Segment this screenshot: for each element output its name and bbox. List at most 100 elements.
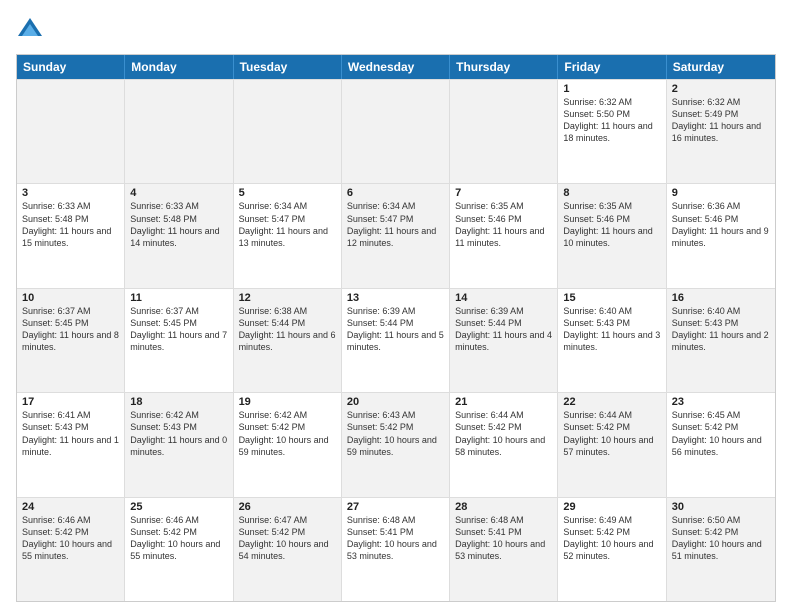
- day-cell-8: 8Sunrise: 6:35 AM Sunset: 5:46 PM Daylig…: [558, 184, 666, 287]
- header-day-saturday: Saturday: [667, 55, 775, 79]
- day-info: Sunrise: 6:43 AM Sunset: 5:42 PM Dayligh…: [347, 409, 444, 458]
- calendar-row-2: 10Sunrise: 6:37 AM Sunset: 5:45 PM Dayli…: [17, 288, 775, 392]
- day-info: Sunrise: 6:34 AM Sunset: 5:47 PM Dayligh…: [239, 200, 336, 249]
- header-day-sunday: Sunday: [17, 55, 125, 79]
- day-cell-21: 21Sunrise: 6:44 AM Sunset: 5:42 PM Dayli…: [450, 393, 558, 496]
- calendar-body: 1Sunrise: 6:32 AM Sunset: 5:50 PM Daylig…: [17, 79, 775, 601]
- day-number: 16: [672, 292, 770, 304]
- day-info: Sunrise: 6:40 AM Sunset: 5:43 PM Dayligh…: [672, 305, 770, 354]
- calendar-header: SundayMondayTuesdayWednesdayThursdayFrid…: [17, 55, 775, 79]
- day-number: 29: [563, 501, 660, 513]
- calendar: SundayMondayTuesdayWednesdayThursdayFrid…: [16, 54, 776, 602]
- day-number: 12: [239, 292, 336, 304]
- day-number: 18: [130, 396, 227, 408]
- logo: [16, 16, 48, 44]
- header-day-tuesday: Tuesday: [234, 55, 342, 79]
- day-info: Sunrise: 6:32 AM Sunset: 5:49 PM Dayligh…: [672, 96, 770, 145]
- day-info: Sunrise: 6:38 AM Sunset: 5:44 PM Dayligh…: [239, 305, 336, 354]
- day-info: Sunrise: 6:50 AM Sunset: 5:42 PM Dayligh…: [672, 514, 770, 563]
- day-cell-15: 15Sunrise: 6:40 AM Sunset: 5:43 PM Dayli…: [558, 289, 666, 392]
- day-info: Sunrise: 6:48 AM Sunset: 5:41 PM Dayligh…: [455, 514, 552, 563]
- day-number: 28: [455, 501, 552, 513]
- day-info: Sunrise: 6:39 AM Sunset: 5:44 PM Dayligh…: [455, 305, 552, 354]
- day-number: 30: [672, 501, 770, 513]
- empty-cell-0-2: [234, 80, 342, 183]
- day-info: Sunrise: 6:33 AM Sunset: 5:48 PM Dayligh…: [22, 200, 119, 249]
- day-info: Sunrise: 6:32 AM Sunset: 5:50 PM Dayligh…: [563, 96, 660, 145]
- day-number: 5: [239, 187, 336, 199]
- day-info: Sunrise: 6:48 AM Sunset: 5:41 PM Dayligh…: [347, 514, 444, 563]
- day-number: 21: [455, 396, 552, 408]
- day-info: Sunrise: 6:47 AM Sunset: 5:42 PM Dayligh…: [239, 514, 336, 563]
- day-number: 23: [672, 396, 770, 408]
- day-number: 26: [239, 501, 336, 513]
- day-number: 27: [347, 501, 444, 513]
- day-number: 11: [130, 292, 227, 304]
- day-info: Sunrise: 6:44 AM Sunset: 5:42 PM Dayligh…: [563, 409, 660, 458]
- calendar-row-4: 24 Sunrise: 6:46 AM Sunset: 5:42 PM Dayli…: [17, 497, 775, 601]
- day-number: 13: [347, 292, 444, 304]
- calendar-row-1: 3Sunrise: 6:33 AM Sunset: 5:48 PM Daylig…: [17, 183, 775, 287]
- day-cell-2: 2Sunrise: 6:32 AM Sunset: 5:49 PM Daylig…: [667, 80, 775, 183]
- day-info: Sunrise: 6:42 AM Sunset: 5:43 PM Dayligh…: [130, 409, 227, 458]
- day-number: 25: [130, 501, 227, 513]
- day-cell-30: 30Sunrise: 6:50 AM Sunset: 5:42 PM Dayli…: [667, 498, 775, 601]
- day-info: Sunrise: 6:37 AM Sunset: 5:45 PM Dayligh…: [22, 305, 119, 354]
- day-number: 14: [455, 292, 552, 304]
- day-info: Sunrise: 6:35 AM Sunset: 5:46 PM Dayligh…: [563, 200, 660, 249]
- day-info: Sunrise: 6:35 AM Sunset: 5:46 PM Dayligh…: [455, 200, 552, 249]
- header-day-friday: Friday: [558, 55, 666, 79]
- day-cell-11: 11Sunrise: 6:37 AM Sunset: 5:45 PM Dayli…: [125, 289, 233, 392]
- header-day-thursday: Thursday: [450, 55, 558, 79]
- day-number: 19: [239, 396, 336, 408]
- day-info: Sunrise: 6:45 AM Sunset: 5:42 PM Dayligh…: [672, 409, 770, 458]
- empty-cell-0-1: [125, 80, 233, 183]
- day-cell-22: 22Sunrise: 6:44 AM Sunset: 5:42 PM Dayli…: [558, 393, 666, 496]
- day-info: Sunrise: 6:36 AM Sunset: 5:46 PM Dayligh…: [672, 200, 770, 249]
- day-info: Sunrise: 6:46 AM Sunset: 5:42 PM Dayligh…: [130, 514, 227, 563]
- day-cell-7: 7Sunrise: 6:35 AM Sunset: 5:46 PM Daylig…: [450, 184, 558, 287]
- day-number: 3: [22, 187, 119, 199]
- day-cell-26: 26Sunrise: 6:47 AM Sunset: 5:42 PM Dayli…: [234, 498, 342, 601]
- day-info: Sunrise: 6:49 AM Sunset: 5:42 PM Dayligh…: [563, 514, 660, 563]
- day-number: 1: [563, 83, 660, 95]
- empty-cell-0-4: [450, 80, 558, 183]
- day-info: Sunrise: 6:41 AM Sunset: 5:43 PM Dayligh…: [22, 409, 119, 458]
- day-number: 17: [22, 396, 119, 408]
- day-cell-27: 27Sunrise: 6:48 AM Sunset: 5:41 PM Dayli…: [342, 498, 450, 601]
- day-info: Sunrise: 6:33 AM Sunset: 5:48 PM Dayligh…: [130, 200, 227, 249]
- header: [16, 16, 776, 44]
- day-cell-12: 12Sunrise: 6:38 AM Sunset: 5:44 PM Dayli…: [234, 289, 342, 392]
- day-cell-17: 17Sunrise: 6:41 AM Sunset: 5:43 PM Dayli…: [17, 393, 125, 496]
- day-info: Sunrise: 6:40 AM Sunset: 5:43 PM Dayligh…: [563, 305, 660, 354]
- day-cell-10: 10Sunrise: 6:37 AM Sunset: 5:45 PM Dayli…: [17, 289, 125, 392]
- day-info: Sunrise: 6:34 AM Sunset: 5:47 PM Dayligh…: [347, 200, 444, 249]
- day-cell-6: 6Sunrise: 6:34 AM Sunset: 5:47 PM Daylig…: [342, 184, 450, 287]
- header-day-monday: Monday: [125, 55, 233, 79]
- calendar-row-0: 1Sunrise: 6:32 AM Sunset: 5:50 PM Daylig…: [17, 79, 775, 183]
- day-cell-14: 14Sunrise: 6:39 AM Sunset: 5:44 PM Dayli…: [450, 289, 558, 392]
- day-number: 8: [563, 187, 660, 199]
- day-info: Sunrise: 6:39 AM Sunset: 5:44 PM Dayligh…: [347, 305, 444, 354]
- day-cell-1: 1Sunrise: 6:32 AM Sunset: 5:50 PM Daylig…: [558, 80, 666, 183]
- day-cell-29: 29Sunrise: 6:49 AM Sunset: 5:42 PM Dayli…: [558, 498, 666, 601]
- day-cell-20: 20Sunrise: 6:43 AM Sunset: 5:42 PM Dayli…: [342, 393, 450, 496]
- day-number: 9: [672, 187, 770, 199]
- day-number: 24: [22, 501, 119, 513]
- day-info: Sunrise: 6:44 AM Sunset: 5:42 PM Dayligh…: [455, 409, 552, 458]
- day-cell-25: 25Sunrise: 6:46 AM Sunset: 5:42 PM Dayli…: [125, 498, 233, 601]
- day-cell-4: 4Sunrise: 6:33 AM Sunset: 5:48 PM Daylig…: [125, 184, 233, 287]
- day-cell-9: 9Sunrise: 6:36 AM Sunset: 5:46 PM Daylig…: [667, 184, 775, 287]
- day-cell-23: 23Sunrise: 6:45 AM Sunset: 5:42 PM Dayli…: [667, 393, 775, 496]
- day-cell-13: 13Sunrise: 6:39 AM Sunset: 5:44 PM Dayli…: [342, 289, 450, 392]
- logo-icon: [16, 16, 44, 44]
- day-number: 10: [22, 292, 119, 304]
- day-info: Sunrise: 6:42 AM Sunset: 5:42 PM Dayligh…: [239, 409, 336, 458]
- empty-cell-0-0: [17, 80, 125, 183]
- page: SundayMondayTuesdayWednesdayThursdayFrid…: [0, 0, 792, 612]
- day-cell-24: 24Sunrise: 6:46 AM Sunset: 5:42 PM Dayli…: [17, 498, 125, 601]
- day-cell-3: 3Sunrise: 6:33 AM Sunset: 5:48 PM Daylig…: [17, 184, 125, 287]
- day-number: 15: [563, 292, 660, 304]
- day-number: 2: [672, 83, 770, 95]
- day-cell-19: 19Sunrise: 6:42 AM Sunset: 5:42 PM Dayli…: [234, 393, 342, 496]
